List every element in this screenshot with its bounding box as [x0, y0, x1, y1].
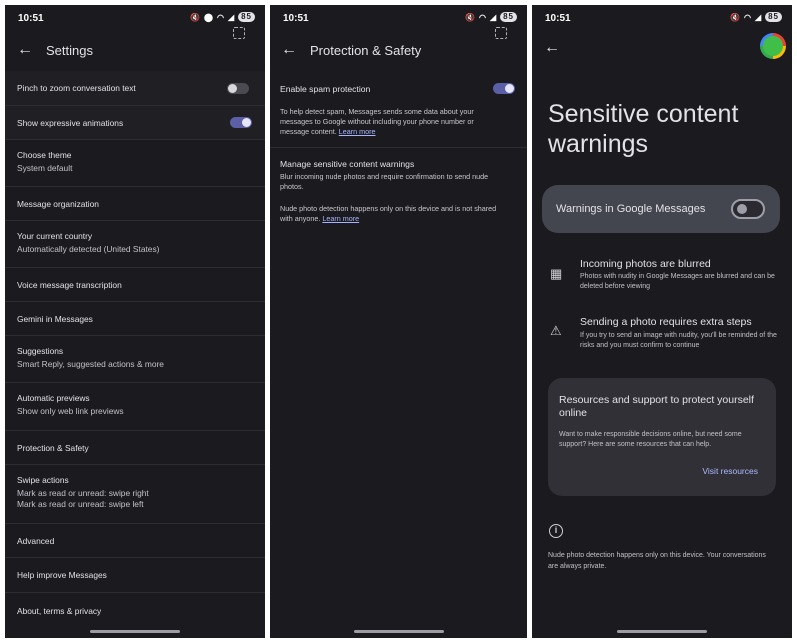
status-icons: 🔇 ◠ ◢ 85 [730, 12, 782, 22]
spam-protection-label: Enable spam protection [280, 84, 371, 94]
divider [270, 147, 527, 148]
signal-icon: ◢ [227, 12, 236, 22]
back-arrow-icon[interactable]: ← [544, 39, 560, 57]
sensitive-warnings-label[interactable]: Manage sensitive content warnings [280, 159, 414, 169]
visit-resources-button[interactable]: Visit resources [702, 466, 758, 476]
wifi-icon: ◠ [743, 12, 752, 22]
protection-screen: 10:51 🔇 ◠ ◢ 85 ← Protection & Safety Ena… [270, 5, 527, 638]
detection-note: Nude photo detection happens only on thi… [280, 204, 502, 224]
wifi-icon: ◠ [478, 12, 487, 22]
setting-about[interactable]: About, terms & privacy [5, 593, 265, 629]
gesture-nav-bar[interactable] [90, 630, 180, 633]
setting-protection-safety[interactable]: Protection & Safety [5, 431, 265, 465]
setting-label: Show expressive animations [17, 117, 124, 128]
learn-more-link[interactable]: Learn more [322, 214, 359, 223]
detection-note-text: Nude photo detection happens only on thi… [280, 204, 497, 223]
back-arrow-icon[interactable]: ← [17, 41, 33, 59]
setting-label: Voice message transcription [17, 279, 122, 290]
battery-icon: 85 [765, 12, 782, 22]
battery-icon: 85 [500, 12, 517, 22]
learn-more-link[interactable]: Learn more [339, 127, 376, 136]
setting-swipe-actions[interactable]: Swipe actions Mark as read or unread: sw… [5, 465, 265, 524]
page-title: Protection & Safety [310, 43, 422, 58]
status-bar: 10:51 🔇 ◠ ◢ 85 [532, 5, 792, 31]
setting-message-organization[interactable]: Message organization [5, 187, 265, 221]
info-icon: i [549, 524, 563, 538]
spam-protection-description: To help detect spam, Messages sends some… [280, 107, 502, 137]
setting-label: Help improve Messages [17, 570, 107, 580]
setting-help-improve[interactable]: Help improve Messages [5, 558, 265, 593]
page-title: Sensitive content warnings [548, 100, 739, 158]
setting-subtitle: Smart Reply, suggested actions & more [17, 359, 164, 369]
sensitive-content-screen: 10:51 🔇 ◠ ◢ 85 ← Sensitive content warni… [532, 5, 792, 638]
setting-subtitle: Mark as read or unread: swipe right [17, 488, 149, 498]
mute-icon: 🔇 [190, 12, 201, 22]
setting-label: Choose theme [17, 150, 72, 160]
setting-label: Protection & Safety [17, 442, 89, 453]
pinch-zoom-toggle[interactable] [227, 83, 249, 94]
setting-label: Automatic previews [17, 393, 90, 403]
setting-label: Pinch to zoom conversation text [17, 83, 136, 93]
setting-suggestions[interactable]: Suggestions Smart Reply, suggested actio… [5, 336, 265, 383]
feature-title: Sending a photo requires extra steps [580, 316, 752, 328]
setting-automatic-previews[interactable]: Automatic previews Show only web link pr… [5, 383, 265, 431]
setting-label: Message organization [17, 198, 99, 209]
status-time: 10:51 [545, 13, 571, 24]
status-bar: 10:51 🔇 ◠ ◢ 85 [270, 5, 527, 31]
status-bar: 10:51 🔇 ⬤ ◠ ◢ 85 [5, 5, 265, 31]
sensitive-warnings-description: Blur incoming nude photos and require co… [280, 172, 489, 191]
resources-title: Resources and support to protect yoursel… [559, 394, 754, 419]
warning-icon: ⚠ [550, 323, 562, 338]
feature-title: Incoming photos are blurred [580, 258, 711, 270]
setting-subtitle: Automatically detected (United States) [17, 244, 160, 254]
settings-screen: 10:51 🔇 ⬤ ◠ ◢ 85 ← Settings Pinch to zoo… [5, 5, 265, 638]
setting-subtitle: Mark as read or unread: swipe left [17, 499, 144, 509]
gesture-nav-bar[interactable] [617, 630, 707, 633]
warnings-toggle-card[interactable]: Warnings in Google Messages [542, 185, 780, 233]
setting-label: Your current country [17, 231, 93, 241]
fullscreen-icon[interactable] [495, 27, 507, 39]
feature-description: Photos with nudity in Google Messages ar… [580, 273, 775, 290]
setting-current-country[interactable]: Your current country Automatically detec… [5, 221, 265, 268]
status-time: 10:51 [283, 13, 309, 24]
wifi-icon: ◠ [216, 12, 225, 22]
feature-description: If you try to send an image with nudity,… [580, 332, 777, 349]
setting-label: Advanced [17, 535, 55, 546]
warnings-label: Warnings in Google Messages [556, 203, 706, 215]
setting-label: Swipe actions [17, 475, 69, 485]
setting-label: About, terms & privacy [17, 606, 102, 616]
location-icon: ⬤ [204, 12, 214, 22]
fullscreen-icon[interactable] [233, 27, 245, 39]
setting-subtitle: System default [17, 163, 73, 173]
status-icons: 🔇 ⬤ ◠ ◢ 85 [190, 12, 255, 22]
battery-icon: 85 [238, 12, 255, 22]
gesture-nav-bar[interactable] [353, 630, 444, 633]
mute-icon: 🔇 [729, 12, 741, 22]
spam-protection-toggle[interactable] [493, 83, 515, 94]
avatar[interactable] [760, 33, 786, 59]
setting-voice-transcription[interactable]: Voice message transcription [5, 268, 265, 302]
setting-choose-theme[interactable]: Choose theme System default [5, 140, 265, 187]
setting-advanced[interactable]: Advanced [5, 524, 265, 558]
spam-desc-text: To help detect spam, Messages sends some… [280, 107, 474, 136]
status-icons: 🔇 ◠ ◢ 85 [465, 12, 517, 22]
resources-description: Want to make responsible decisions onlin… [559, 431, 742, 448]
setting-pinch-zoom[interactable]: Pinch to zoom conversation text [5, 71, 265, 106]
signal-icon: ◢ [489, 12, 498, 22]
back-arrow-icon[interactable]: ← [281, 41, 297, 59]
setting-expressive-animations[interactable]: Show expressive animations [5, 106, 265, 140]
blur-icon: ▦ [550, 266, 563, 281]
setting-gemini[interactable]: Gemini in Messages [5, 302, 265, 336]
detection-note: Nude photo detection happens only on thi… [548, 552, 766, 570]
warnings-toggle[interactable] [731, 199, 765, 219]
setting-subtitle: Show only web link previews [17, 406, 124, 416]
signal-icon: ◢ [754, 12, 763, 22]
setting-label: Suggestions [17, 346, 64, 356]
status-time: 10:51 [18, 13, 44, 24]
resources-card: Resources and support to protect yoursel… [548, 378, 776, 496]
page-title: Settings [46, 43, 93, 58]
expressive-animations-toggle[interactable] [230, 117, 252, 128]
mute-icon: 🔇 [464, 12, 476, 22]
setting-label: Gemini in Messages [17, 313, 93, 324]
